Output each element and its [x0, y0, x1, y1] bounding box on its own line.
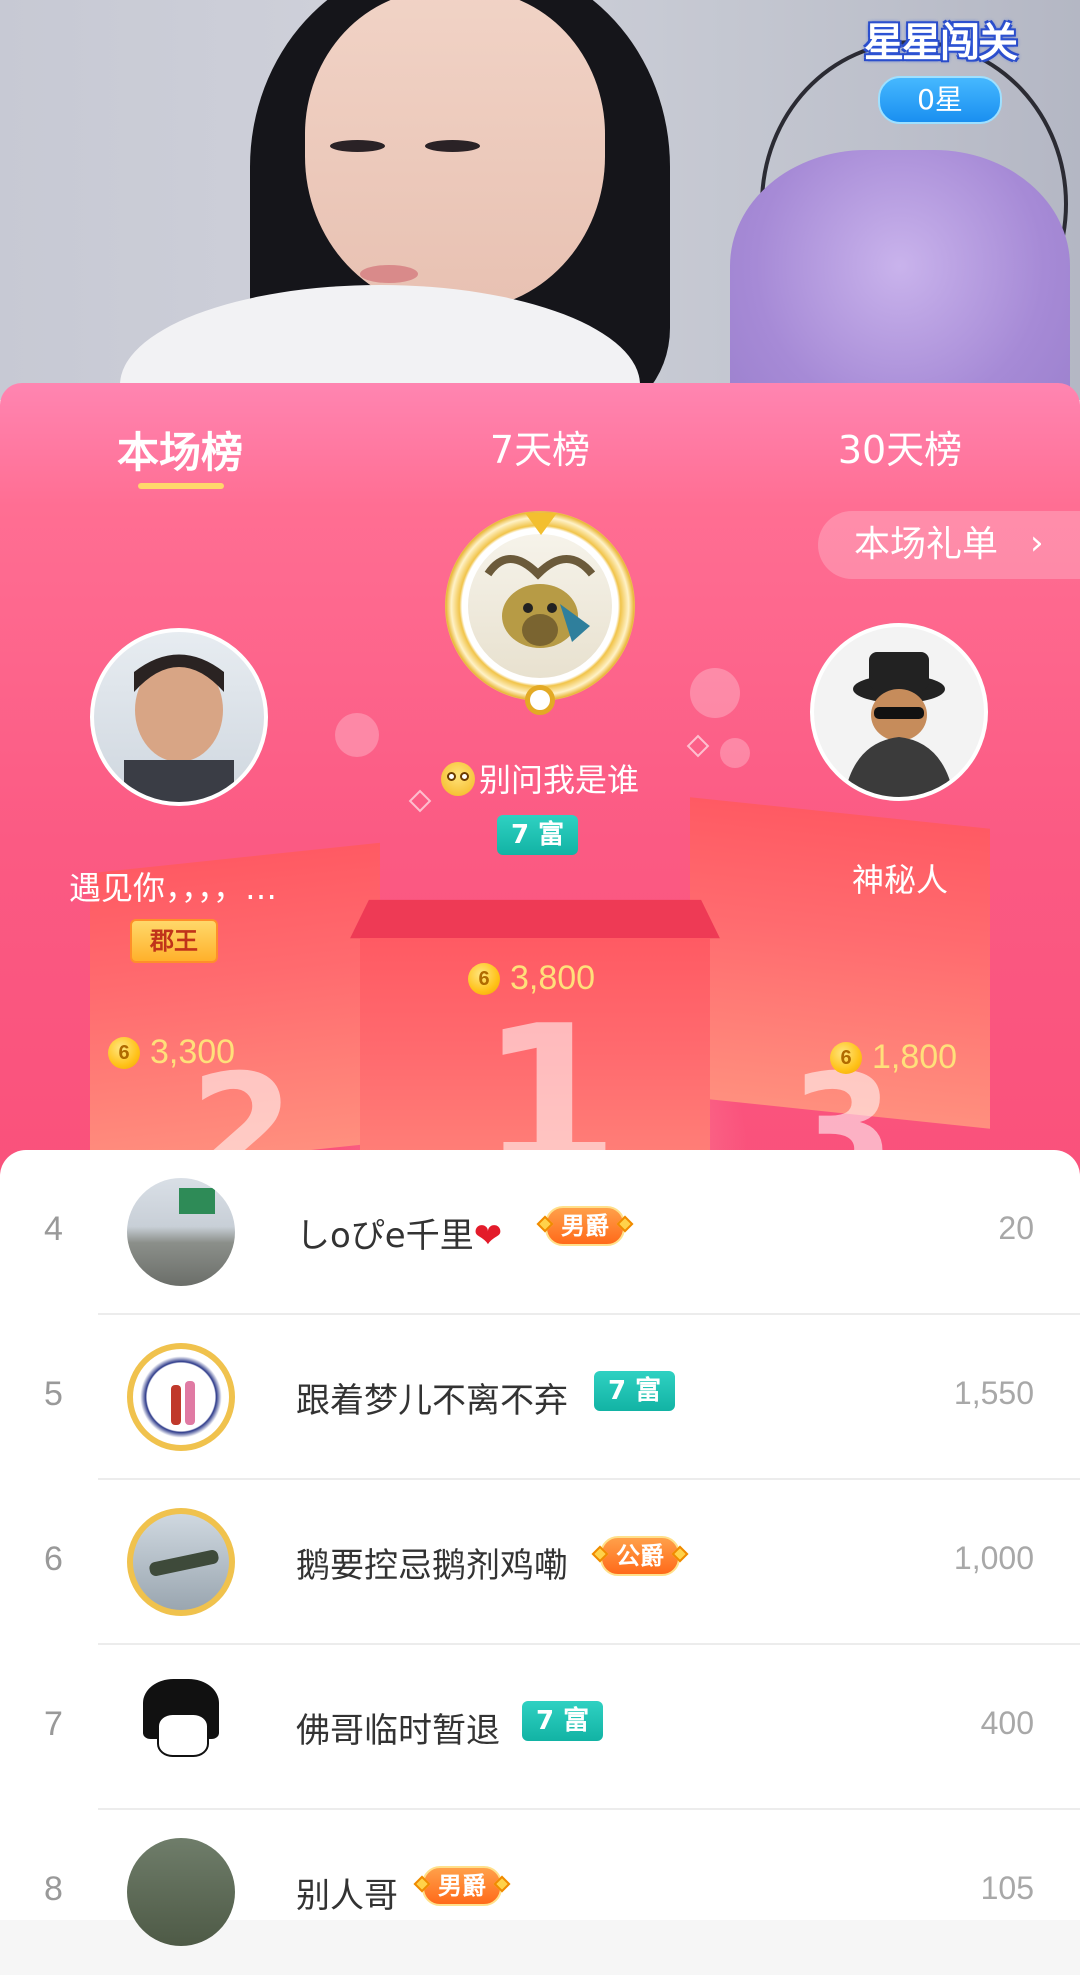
list-avatar[interactable] [127, 1178, 235, 1286]
ranking-list: 4 しoぴe千里❤ 男爵 20 5 跟着梦儿不离不弃 7 富 1,550 6 鹅… [0, 1150, 1080, 1946]
decor-bubble [335, 713, 379, 757]
second-place-score: 6 3,300 [108, 1033, 235, 1072]
second-place-avatar[interactable] [90, 628, 268, 806]
third-place-score: 6 1,800 [830, 1038, 957, 1077]
first-place-name: 别问我是谁 [478, 761, 639, 799]
eye-roll-emoji-icon [440, 762, 475, 796]
list-value: 1,550 [953, 1375, 1034, 1411]
first-place-score: 6 3,800 [468, 959, 595, 998]
tab-7-days[interactable]: 7天榜 [420, 419, 660, 474]
star-challenge-badge[interactable]: 星星闯关 0星 [845, 10, 1035, 124]
first-place-wealth-badge: 7 富 [497, 815, 579, 855]
tab-30-days[interactable]: 30天榜 [780, 419, 1020, 474]
list-name: 佛哥临时暂退 [296, 1711, 500, 1751]
list-item[interactable]: 4 しoぴe千里❤ 男爵 20 [0, 1150, 1080, 1315]
decor-bubble [720, 738, 750, 768]
streamer-eye [425, 140, 480, 152]
noble-rank-badge: 男爵 [545, 1206, 625, 1246]
second-place-rank-badge: 郡王 [130, 919, 218, 963]
coin-icon: 6 [468, 962, 500, 995]
background-dress [730, 150, 1070, 400]
list-avatar[interactable] [127, 1673, 235, 1781]
coin-icon: 6 [830, 1041, 862, 1074]
list-avatar[interactable] [127, 1508, 235, 1616]
list-rank: 4 [44, 1210, 63, 1248]
list-name-wrap: しoぴe千里❤ [296, 1208, 502, 1257]
second-place-score-value: 3,300 [150, 1033, 236, 1071]
noble-rank-badge: 男爵 [422, 1866, 502, 1906]
gift-list-label: 本场礼单 [854, 524, 999, 565]
streamer-lips [360, 265, 418, 283]
first-place-avatar[interactable] [468, 534, 612, 678]
list-rank: 6 [44, 1540, 63, 1578]
list-item[interactable]: 7 佛哥临时暂退 7 富 400 [0, 1645, 1080, 1810]
list-item[interactable]: 6 鹅要控忌鹅剂鸡嘞 公爵 1,000 [0, 1480, 1080, 1645]
active-tab-indicator [138, 483, 224, 489]
ranking-tabs: 本场榜 7天榜 30天榜 [0, 383, 1080, 513]
first-place-score-value: 3,800 [510, 959, 596, 997]
list-item[interactable]: 5 跟着梦儿不离不弃 7 富 1,550 [0, 1315, 1080, 1480]
live-video[interactable]: 星星闯关 0星 [0, 0, 1080, 400]
second-place-name: 遇见你，，，，… [68, 869, 277, 907]
first-place-name-wrap: 别问我是谁 [390, 755, 690, 801]
star-challenge-title: 星星闯关 [864, 20, 1018, 66]
list-name: 跟着梦儿不离不弃 [296, 1381, 568, 1421]
list-rank: 8 [44, 1870, 63, 1908]
list-name: しoぴe千里 [296, 1216, 474, 1256]
coin-icon: 6 [108, 1036, 140, 1069]
noble-rank-badge: 公爵 [600, 1536, 680, 1576]
third-place-score-value: 1,800 [872, 1038, 958, 1076]
wealth-badge: 7 富 [594, 1371, 676, 1411]
heart-icon: ❤ [473, 1216, 503, 1256]
list-name: 鹅要控忌鹅剂鸡嘞 [296, 1546, 568, 1586]
list-name: 别人哥 [296, 1876, 398, 1916]
gift-list-button[interactable]: 本场礼单 › [818, 511, 1080, 579]
list-value: 1,000 [953, 1540, 1034, 1576]
third-place-name: 神秘人 [851, 861, 948, 899]
streamer-eye [330, 140, 385, 152]
podium-block-1-top [350, 899, 720, 939]
chevron-right-icon: › [1030, 523, 1044, 563]
crown-icon [525, 513, 557, 535]
third-place-avatar[interactable] [810, 623, 988, 801]
list-rank: 7 [44, 1705, 63, 1743]
star-count: 0星 [878, 76, 1002, 124]
tab-this-show[interactable]: 本场榜 [60, 419, 300, 480]
decor-diamond [686, 734, 710, 758]
list-rank: 5 [44, 1375, 63, 1413]
list-value: 400 [980, 1705, 1034, 1741]
list-value: 105 [980, 1870, 1034, 1906]
list-avatar[interactable] [127, 1838, 235, 1946]
list-avatar[interactable] [127, 1343, 235, 1451]
frame-knob [525, 685, 555, 715]
decor-bubble [690, 668, 740, 718]
list-item[interactable]: 8 别人哥 男爵 105 [0, 1810, 1080, 1975]
wealth-badge: 7 富 [522, 1701, 604, 1741]
streamer-face [305, 0, 605, 310]
list-value: 20 [998, 1210, 1034, 1246]
